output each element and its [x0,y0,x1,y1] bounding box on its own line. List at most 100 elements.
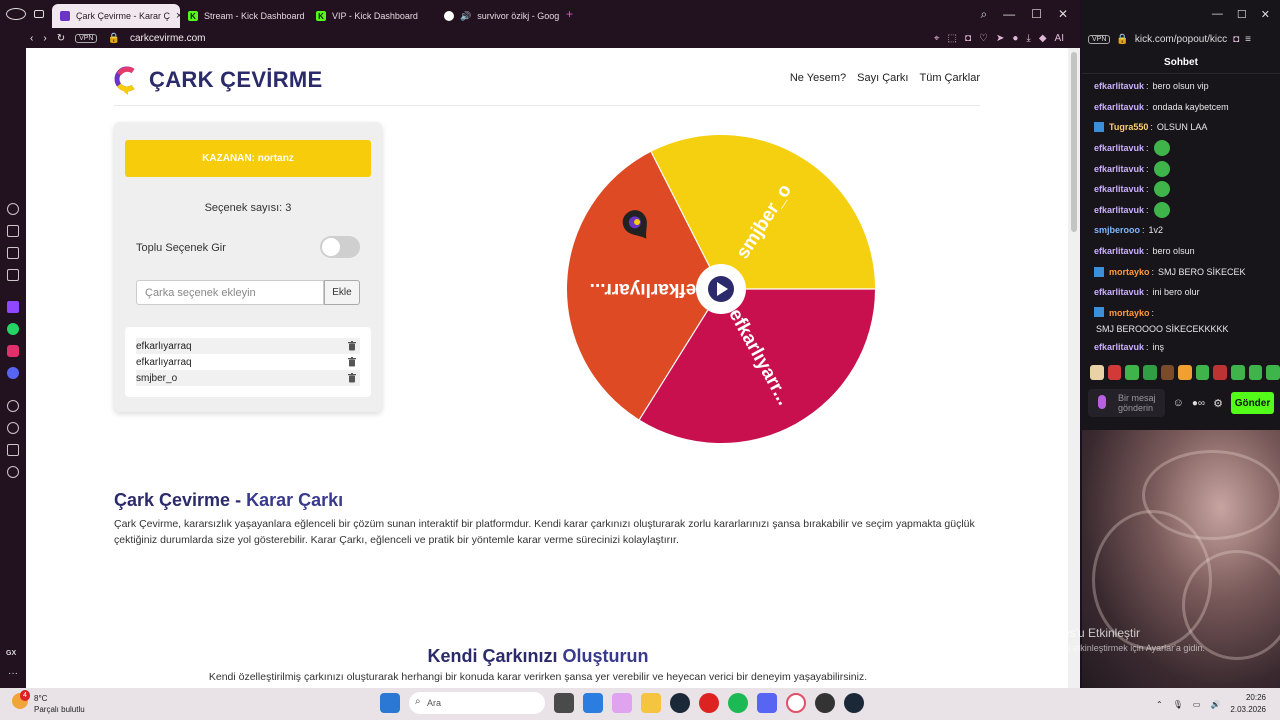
extensions-icon[interactable]: ◆ [1039,33,1047,44]
site-brand[interactable]: ÇARK ÇEVİRME [149,67,323,93]
copilot-icon[interactable] [612,693,632,713]
tray-chevron-icon[interactable]: ⌃ [1156,700,1163,709]
trash-icon[interactable] [348,357,356,367]
pocket-icon[interactable]: ◘ [965,33,971,44]
chat-username[interactable]: Tugra550 [1109,122,1148,132]
aria-icon[interactable] [7,203,19,215]
windows-start-icon[interactable] [380,693,400,713]
send-icon[interactable]: ➤ [996,33,1004,44]
chat-username[interactable]: efkarlitavuk [1094,164,1144,174]
twitch-icon[interactable] [7,301,19,313]
emote-icon[interactable] [1160,365,1175,381]
chat-close-icon[interactable]: ✕ [1261,8,1270,21]
pinboard-icon[interactable] [7,247,19,259]
discord-icon[interactable] [7,367,19,379]
chat-username[interactable]: efkarlitavuk [1094,246,1144,256]
steam-icon[interactable] [670,693,690,713]
tab-stream-kick[interactable]: K Stream - Kick Dashboard [180,4,308,28]
chat-username[interactable]: efkarlitavuk [1094,287,1144,297]
emote-icon[interactable] [1195,365,1210,381]
chat-username[interactable]: efkarlitavuk [1094,205,1144,215]
extensions-sidebar-icon[interactable] [7,444,19,456]
tray-mic-icon[interactable]: 🎙 [1173,700,1183,709]
chat-username[interactable]: efkarlitavuk [1094,184,1144,194]
heart-icon[interactable]: ♡ [979,33,988,44]
option-input[interactable]: Çarka seçenek ekleyin [136,280,324,305]
emote-icon[interactable] [1248,365,1263,381]
emote-icon[interactable] [1142,365,1157,381]
tab-survivor-google[interactable]: 🔊 survivor özikj - Goog [436,4,560,28]
pocket-icon[interactable]: ◘ [1233,34,1239,45]
whatsapp-icon[interactable] [7,323,19,335]
emote-icon[interactable] [1178,365,1192,381]
mic-icon[interactable] [1098,395,1106,409]
chat-settings-gear-icon[interactable]: ⚙ [1213,397,1223,410]
pin-icon[interactable]: ⌖ [934,33,940,44]
back-icon[interactable]: ‹ [30,33,33,44]
bulk-entry-toggle[interactable] [320,236,360,258]
chat-username[interactable]: efkarlitavuk [1094,143,1144,153]
emote-icon[interactable] [1266,365,1280,381]
tab-cark-cevirme[interactable]: Çark Çevirme - Karar Ç × [52,4,180,28]
file-explorer-icon[interactable] [641,693,661,713]
emote-icon[interactable] [1213,365,1228,381]
emote-icon[interactable] [1125,365,1139,381]
chat-url-field[interactable]: kick.com/popout/kicc [1135,34,1227,45]
new-tab-icon[interactable]: + [566,7,573,21]
chat-message-input[interactable]: Bir mesaj gönderin [1088,389,1165,417]
outlook-icon[interactable] [583,693,603,713]
tray-network-icon[interactable]: ▭ [1193,700,1201,709]
menu-icon[interactable]: ≡ [1245,34,1251,45]
discord-icon[interactable] [757,693,777,713]
taskbar-search[interactable]: ⌕ Ara [409,692,545,714]
trash-icon[interactable] [348,341,356,351]
task-view-icon[interactable] [554,693,574,713]
record-app-icon[interactable] [699,693,719,713]
tab-vip-kick[interactable]: K VIP - Kick Dashboard [308,4,436,28]
history-icon[interactable] [7,422,19,434]
steam-2-icon[interactable] [844,693,864,713]
search-tabs-icon[interactable]: ⌕ [980,7,987,22]
tabs-menu-icon[interactable] [34,10,44,18]
chat-minimize-icon[interactable]: — [1212,8,1223,20]
messenger-m-icon[interactable] [7,269,19,281]
chat-username[interactable]: efkarlitavuk [1094,102,1144,112]
settings-gear-icon[interactable] [7,466,19,478]
minimize-icon[interactable]: — [1003,7,1015,22]
cheer-icon[interactable]: ●∞ [1192,398,1205,409]
site-logo-icon[interactable] [114,65,138,95]
forward-icon[interactable]: › [43,33,46,44]
add-option-button[interactable]: Ekle [324,280,360,305]
opera-icon[interactable] [6,8,26,20]
nav-link-ne-yesem[interactable]: Ne Yesem? [790,72,846,84]
decision-wheel[interactable]: smjber_o efkarlıyarr... efkarlıyarr... [566,134,876,444]
emote-picker-icon[interactable]: ☺ [1173,397,1184,409]
scrollbar-thumb[interactable] [1071,52,1077,232]
vpn-badge[interactable]: VPN [1088,34,1111,44]
page-scrollbar[interactable] [1068,48,1080,688]
emote-icon[interactable] [1090,365,1104,381]
opera-icon[interactable] [786,693,806,713]
download-icon[interactable]: ⤓ [1026,33,1030,44]
obs-icon[interactable] [815,693,835,713]
gx-icon[interactable]: GX [6,650,16,657]
chat-username[interactable]: smjberooo [1094,225,1140,235]
chat-username[interactable]: mortayko [1109,267,1150,277]
vpn-badge[interactable]: VPN [75,33,98,43]
player-icon[interactable] [7,400,19,412]
emote-icon[interactable] [1107,365,1122,381]
weather-widget[interactable]: 8°C Parçalı bulutlu 4 [12,690,85,715]
nav-link-sayi-carki[interactable]: Sayı Çarkı [857,72,908,84]
clock[interactable]: 20:26 2.03.2026 [1230,692,1266,716]
chat-username[interactable]: efkarlitavuk [1094,81,1144,91]
snapshot-icon[interactable]: ⬚ [948,33,957,44]
url-field[interactable]: carkcevirme.com [130,33,206,44]
profile-icon[interactable]: ● [1012,33,1018,44]
close-window-icon[interactable]: ✕ [1058,7,1068,22]
tray-volume-icon[interactable]: 🔊 [1210,700,1220,709]
chat-send-button[interactable]: Gönder [1230,392,1274,414]
chat-maximize-icon[interactable]: ☐ [1237,8,1247,21]
nav-link-tum-carklar[interactable]: Tüm Çarklar [919,72,980,84]
spotify-icon[interactable] [728,693,748,713]
chat-username[interactable]: mortayko [1109,307,1150,320]
